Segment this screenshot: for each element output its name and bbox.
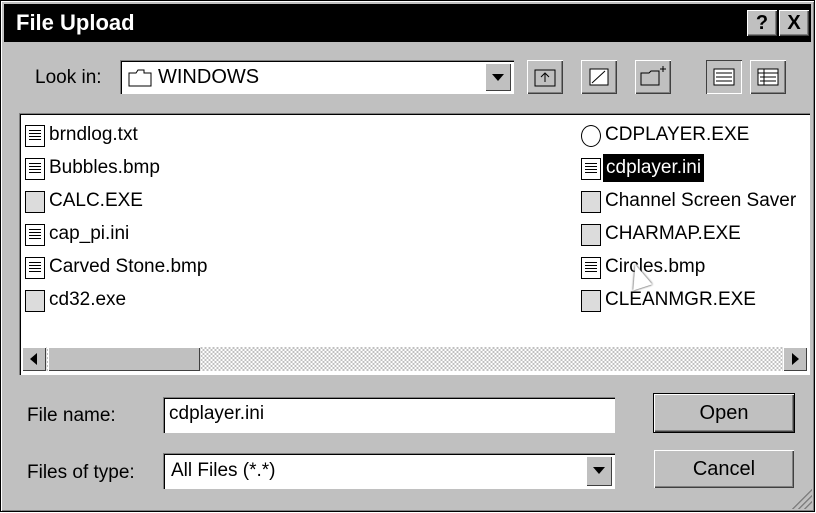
bitmap-file-icon <box>25 158 45 180</box>
close-button[interactable]: X <box>779 10 809 36</box>
calculator-icon <box>25 191 45 213</box>
files-of-type-value: All Files (*.*) <box>171 460 276 481</box>
settings-file-icon <box>581 158 601 180</box>
scroll-left-arrow-icon[interactable] <box>22 347 46 371</box>
bitmap-file-icon <box>581 257 601 279</box>
chevron-down-icon[interactable] <box>485 63 511 91</box>
cancel-button[interactable]: Cancel <box>654 450 794 488</box>
cd-player-icon <box>581 125 601 147</box>
up-one-level-button[interactable] <box>527 60 563 94</box>
window-title: File Upload <box>16 10 135 35</box>
monitor-icon <box>581 191 601 213</box>
help-button[interactable]: ? <box>747 10 777 36</box>
application-icon <box>25 290 45 312</box>
scroll-right-arrow-icon[interactable] <box>783 347 807 371</box>
settings-file-icon <box>25 224 45 246</box>
new-folder-button[interactable] <box>635 60 671 94</box>
disk-cleanup-icon <box>581 290 601 312</box>
horizontal-scrollbar[interactable] <box>22 347 807 371</box>
resize-grip-icon[interactable] <box>792 489 812 509</box>
folder-icon <box>128 69 152 87</box>
file-upload-dialog: File Upload ? X Look in: WINDOWS brndlog… <box>0 0 815 512</box>
files-of-type-select[interactable]: All Files (*.*) <box>163 453 615 489</box>
file-list[interactable]: brndlog.txt Bubbles.bmp CALC.EXE cap_pi.… <box>19 113 810 375</box>
look-in-combobox[interactable]: WINDOWS <box>120 60 514 94</box>
list-view-icon <box>713 68 735 86</box>
open-button[interactable]: Open <box>653 393 795 433</box>
desktop-button[interactable] <box>581 60 617 94</box>
folder-up-icon <box>534 69 556 87</box>
character-map-icon <box>581 224 601 246</box>
title-bar[interactable]: File Upload ? X <box>4 4 811 42</box>
file-name-label: File name: <box>27 405 116 426</box>
look-in-value: WINDOWS <box>158 66 260 88</box>
chevron-down-icon[interactable] <box>586 456 612 486</box>
bitmap-file-icon <box>25 257 45 279</box>
details-view-icon <box>757 68 779 86</box>
file-name-input[interactable]: cdplayer.ini <box>163 397 615 433</box>
new-folder-icon <box>640 66 666 86</box>
desktop-icon <box>589 68 609 86</box>
files-of-type-label: Files of type: <box>27 462 135 483</box>
details-view-button[interactable] <box>750 60 786 94</box>
scroll-thumb[interactable] <box>48 347 200 371</box>
list-view-button[interactable] <box>706 60 742 94</box>
look-in-label: Look in: <box>35 67 102 88</box>
text-file-icon <box>25 125 45 147</box>
